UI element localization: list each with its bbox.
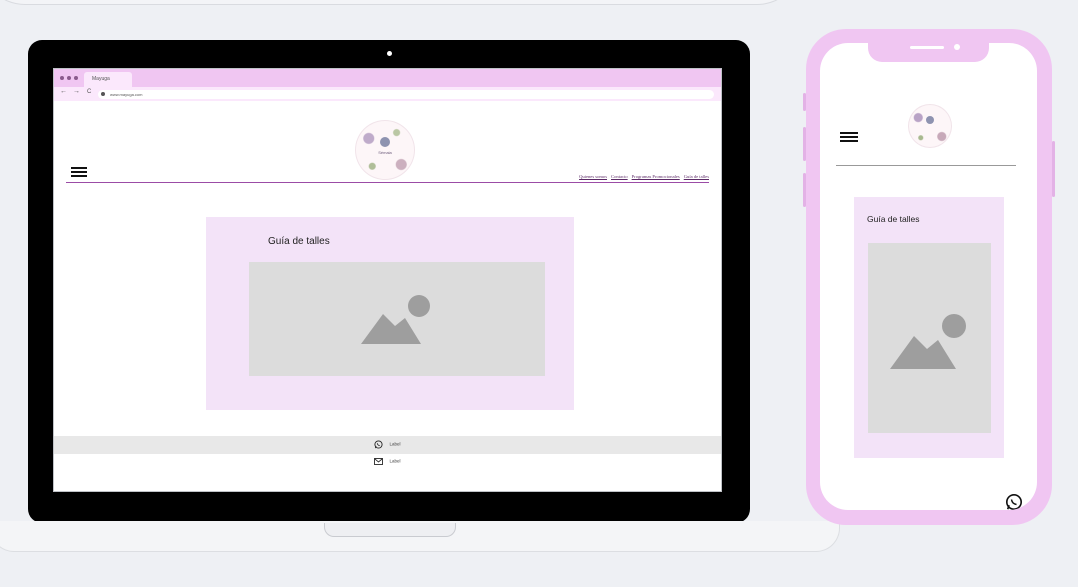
address-bar[interactable]: www.mayuga.com — [98, 90, 714, 99]
site-logo[interactable] — [909, 105, 951, 147]
back-button[interactable]: ← — [60, 88, 67, 95]
window-controls[interactable] — [60, 76, 78, 80]
card-title: Guía de talles — [867, 214, 920, 224]
phone-frame: Guía de talles — [803, 29, 1055, 525]
image-placeholder — [868, 243, 991, 433]
header-divider — [836, 165, 1016, 166]
browser-toolbar: ← → C www.mayuga.com — [54, 87, 721, 101]
phone-power-button — [1052, 141, 1055, 197]
close-dot[interactable] — [60, 76, 64, 80]
card-title: Guía de talles — [268, 236, 330, 247]
footer-email[interactable]: Label — [54, 458, 721, 465]
image-placeholder-icon — [361, 295, 430, 344]
reload-button[interactable]: C — [87, 89, 91, 95]
whatsapp-float-button[interactable] — [1005, 493, 1023, 510]
email-label: Label — [389, 458, 401, 464]
minimize-dot[interactable] — [67, 76, 71, 80]
logo-mark — [380, 137, 390, 147]
logo-text: Sémaia — [378, 150, 392, 155]
phone-side-button — [803, 173, 806, 207]
image-placeholder-icon — [890, 314, 966, 369]
site-logo[interactable]: Sémaia — [356, 121, 414, 179]
laptop-notch — [324, 523, 456, 537]
phone-side-button — [803, 127, 806, 161]
header-divider — [66, 182, 709, 183]
phone-speaker — [910, 46, 944, 49]
image-placeholder — [249, 262, 545, 376]
lock-icon — [101, 92, 105, 96]
nav-link-quienes-somos[interactable]: Quienes somos — [579, 174, 607, 179]
logo-mark — [926, 116, 934, 124]
size-guide-card: Guía de talles — [854, 197, 1004, 458]
nav-link-contacto[interactable]: Contacto — [611, 174, 628, 179]
footer-whatsapp[interactable]: Label — [54, 440, 721, 449]
whatsapp-icon — [1005, 493, 1023, 510]
maximize-dot[interactable] — [74, 76, 78, 80]
size-guide-card: Guía de talles — [206, 217, 574, 410]
logo-wreath — [909, 105, 951, 147]
laptop-camera — [387, 51, 392, 56]
top-decoration — [0, 0, 802, 5]
site-nav: Quienes somos Contacto Programas Promoci… — [579, 174, 709, 179]
forward-button[interactable]: → — [73, 88, 80, 95]
phone-screen: Guía de talles — [820, 43, 1037, 510]
menu-icon[interactable] — [840, 132, 858, 144]
laptop-screen: Mayuga ← → C www.mayuga.com Sémaia Quien… — [53, 68, 722, 492]
mail-icon — [374, 458, 384, 465]
whatsapp-icon — [374, 440, 384, 449]
whatsapp-label: Label — [389, 441, 401, 447]
nav-link-guia-de-talles[interactable]: Guía de talles — [684, 174, 709, 179]
browser-tab-strip: Mayuga — [54, 69, 721, 87]
menu-icon[interactable] — [71, 167, 87, 179]
nav-link-programas[interactable]: Programas Promocionales — [632, 174, 680, 179]
browser-tab[interactable]: Mayuga — [84, 72, 132, 87]
phone-side-button — [803, 93, 806, 111]
phone-camera — [954, 44, 960, 50]
